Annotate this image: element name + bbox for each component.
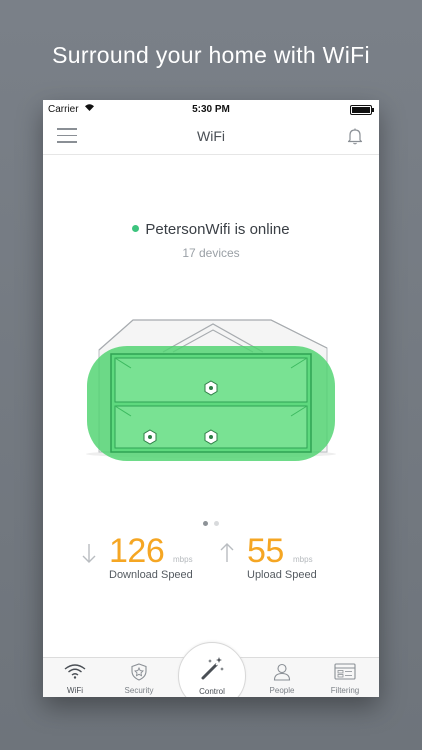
- arrow-up-icon: [219, 542, 235, 570]
- arrow-down-icon: [81, 542, 97, 570]
- router-node-icon: [143, 429, 157, 445]
- tab-filtering-label: Filtering: [330, 686, 360, 695]
- network-status: PetersonWifi is online: [43, 221, 379, 238]
- page-indicator[interactable]: [43, 513, 379, 531]
- network-status-text: PetersonWifi is online: [145, 221, 290, 238]
- notification-bell-icon[interactable]: [345, 126, 365, 146]
- device-count[interactable]: 17 devices: [43, 246, 379, 260]
- router-node-icon: [204, 429, 218, 445]
- download-speed-unit: mbps: [173, 555, 193, 564]
- upload-speed: 55 mbps Upload Speed: [219, 532, 369, 592]
- tab-wifi[interactable]: WiFi: [43, 658, 107, 697]
- navigation-bar: WiFi: [43, 118, 379, 155]
- person-icon: [273, 663, 291, 686]
- status-bar: Carrier 5:30 PM: [43, 100, 379, 118]
- page-dot[interactable]: [203, 521, 208, 526]
- page-dot[interactable]: [214, 521, 219, 526]
- online-indicator: [132, 225, 140, 232]
- upload-speed-label: Upload Speed: [247, 569, 317, 581]
- router-node-icon: [204, 380, 218, 396]
- wifi-icon: [64, 663, 86, 684]
- clock: 5:30 PM: [192, 104, 230, 115]
- shield-icon: [131, 663, 147, 686]
- phone-screen: Carrier 5:30 PM WiFi PetersonWifi is onl…: [43, 100, 379, 697]
- page-title: WiFi: [197, 128, 225, 144]
- tab-people[interactable]: People: [250, 658, 314, 697]
- download-speed: 126 mbps Download Speed: [81, 532, 231, 592]
- download-speed-value: 126: [109, 532, 165, 570]
- upload-speed-unit: mbps: [293, 555, 313, 564]
- tab-control[interactable]: Control: [178, 642, 246, 697]
- tab-filtering[interactable]: Filtering: [313, 658, 377, 697]
- home-coverage-illustration: [83, 312, 339, 472]
- promo-headline: Surround your home with WiFi: [52, 42, 370, 68]
- tab-wifi-label: WiFi: [67, 686, 83, 695]
- tab-bar: WiFi Security Control People Filtering: [43, 642, 379, 697]
- tab-control-label: Control: [199, 687, 225, 696]
- tab-people-label: People: [269, 686, 295, 695]
- filter-icon: [334, 663, 356, 685]
- download-speed-label: Download Speed: [109, 569, 193, 581]
- battery-icon: [350, 105, 374, 115]
- tab-security-label: Security: [124, 686, 154, 695]
- upload-speed-value: 55: [247, 532, 284, 570]
- tab-security[interactable]: Security: [107, 658, 171, 697]
- magic-wand-icon: [199, 656, 225, 687]
